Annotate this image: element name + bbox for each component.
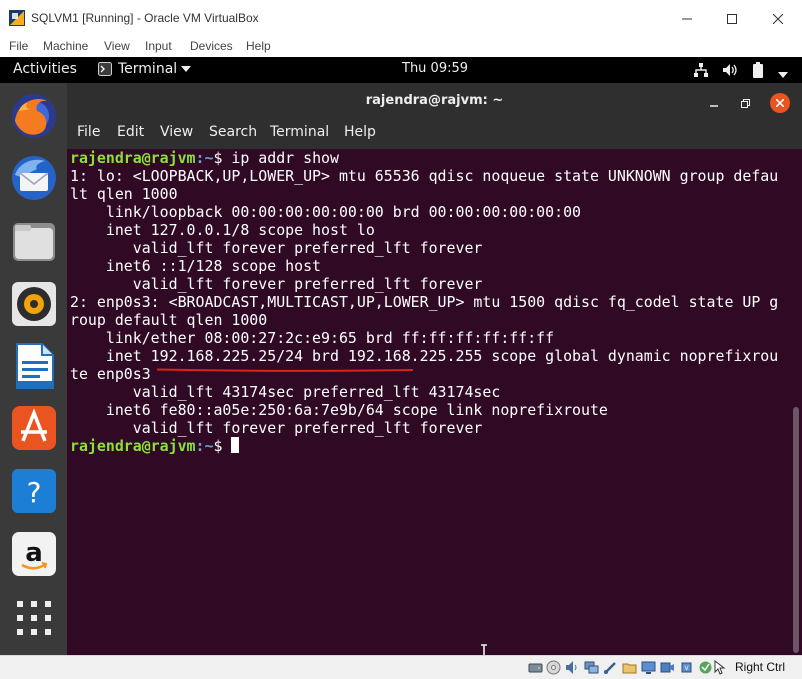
output-line: inet6 ::1/128 scope host — [70, 257, 322, 275]
window-title: SQLVM1 [Running] - Oracle VM VirtualBox — [31, 11, 259, 25]
output-line: valid_lft forever preferred_lft forever — [70, 419, 483, 437]
menu-devices[interactable]: Devices — [190, 39, 233, 53]
gnome-top-bar: Activities Terminal Thu 09:59 — [0, 57, 802, 83]
close-icon — [776, 99, 784, 107]
minimize-icon — [682, 18, 692, 20]
terminal-close-button[interactable] — [770, 93, 790, 113]
files-icon[interactable] — [9, 216, 59, 266]
menu-view[interactable]: View — [104, 39, 130, 53]
terminal-content[interactable]: rajendra@rajvm:~$ ip addr show 1: lo: <L… — [67, 149, 789, 655]
output-line: 2: enp0s3: <BROADCAST,MULTICAST,UP,LOWER… — [70, 293, 779, 311]
audio-icon[interactable] — [565, 660, 580, 675]
output-line: lt qlen 1000 — [70, 185, 178, 203]
prompt-user: rajendra@rajvm — [70, 149, 196, 167]
ubuntu-software-icon[interactable] — [9, 403, 59, 453]
output-line: te enp0s3 — [70, 365, 151, 383]
power-menu-arrow-icon[interactable] — [778, 67, 788, 83]
volume-icon[interactable] — [722, 62, 738, 78]
output-line: valid_lft 43174sec preferred_lft 43174se… — [70, 383, 501, 401]
terminal-menu-terminal[interactable]: Terminal — [270, 124, 329, 140]
terminal-headerbar: rajendra@rajvm: ~ File Edit View Search … — [67, 83, 802, 149]
ip-underline-annotation — [157, 368, 413, 372]
maximize-button[interactable] — [709, 5, 755, 33]
terminal-menu-help[interactable]: Help — [344, 124, 376, 140]
activities-button[interactable]: Activities — [13, 61, 77, 77]
terminal-scrollbar[interactable] — [789, 149, 802, 655]
close-button[interactable] — [755, 5, 801, 33]
svg-text:?: ? — [27, 476, 42, 509]
output-line: link/ether 08:00:27:2c:e9:65 brd ff:ff:f… — [70, 329, 555, 347]
terminal-restore-button[interactable] — [735, 93, 755, 113]
svg-text:a: a — [25, 538, 43, 568]
scrollbar-thumb[interactable] — [793, 407, 799, 653]
minimize-button[interactable] — [664, 5, 710, 33]
terminal-title: rajendra@rajvm: ~ — [365, 93, 504, 108]
output-line: roup default qlen 1000 — [70, 311, 268, 329]
command-text: ip addr show — [222, 149, 339, 167]
network-icon[interactable] — [584, 660, 599, 675]
host-key-label: Right Ctrl — [735, 660, 786, 674]
thunderbird-icon[interactable] — [9, 153, 59, 203]
amazon-icon[interactable]: a — [9, 529, 59, 579]
prompt-symbol: $ — [213, 437, 232, 455]
minimize-icon — [710, 105, 718, 107]
display-icon[interactable] — [641, 660, 656, 675]
cpu-icon[interactable]: V — [679, 660, 694, 675]
terminal-menu-edit[interactable]: Edit — [117, 124, 144, 140]
app-menu[interactable]: Terminal — [98, 61, 192, 77]
output-line: inet6 fe80::a05e:250:6a:7e9b/64 scope li… — [70, 401, 608, 419]
battery-icon[interactable] — [752, 62, 764, 78]
chevron-down-icon — [181, 66, 192, 72]
mouse-ibeam-cursor-icon — [481, 644, 487, 655]
maximize-icon — [727, 14, 737, 24]
firefox-icon[interactable] — [9, 91, 59, 141]
terminal-menu-file[interactable]: File — [77, 124, 100, 140]
output-line: inet 192.168.225.25/24 brd 192.168.225.2… — [70, 347, 779, 365]
text-cursor — [231, 437, 240, 453]
restore-icon — [740, 98, 750, 108]
output-line: link/loopback 00:00:00:00:00:00 brd 00:0… — [70, 203, 582, 221]
output-line: 1: lo: <LOOPBACK,UP,LOWER_UP> mtu 65536 … — [70, 167, 779, 185]
dock: ? a — [0, 83, 67, 655]
network-icon[interactable] — [693, 62, 709, 78]
app-menu-label: Terminal — [118, 61, 178, 77]
help-icon[interactable]: ? — [9, 466, 59, 516]
hard-disk-icon[interactable] — [528, 660, 543, 675]
prompt-user: rajendra@rajvm — [70, 437, 196, 455]
vbox-menubar: File Machine View Input Devices Help — [0, 37, 802, 57]
menu-file[interactable]: File — [9, 39, 28, 53]
vbox-statusbar: V Right Ctrl — [0, 655, 802, 679]
video-capture-icon[interactable] — [660, 660, 675, 675]
terminal-menu-search[interactable]: Search — [209, 124, 257, 140]
menu-help[interactable]: Help — [246, 39, 271, 53]
mouse-integration-icon[interactable] — [711, 660, 726, 675]
virtualbox-app-icon — [9, 10, 25, 26]
terminal-app-icon — [98, 62, 112, 76]
terminal-output: rajendra@rajvm:~$ ip addr show 1: lo: <L… — [70, 149, 778, 455]
prompt-path: :~ — [195, 437, 214, 455]
terminal-menu-view[interactable]: View — [160, 124, 193, 140]
output-line: valid_lft forever preferred_lft forever — [70, 239, 483, 257]
close-icon — [773, 14, 783, 24]
prompt-path: :~ — [195, 149, 214, 167]
menu-input[interactable]: Input — [145, 39, 172, 53]
output-line: valid_lft forever preferred_lft forever — [70, 275, 483, 293]
rhythmbox-icon[interactable] — [9, 279, 59, 329]
show-applications-icon[interactable] — [14, 598, 54, 638]
clock[interactable]: Thu 09:59 — [402, 61, 468, 76]
shared-folders-icon[interactable] — [622, 660, 637, 675]
usb-icon[interactable] — [603, 660, 618, 675]
vbox-titlebar: SQLVM1 [Running] - Oracle VM VirtualBox — [0, 0, 802, 37]
output-line: inet 127.0.0.1/8 scope host lo — [70, 221, 375, 239]
terminal-minimize-button[interactable] — [704, 93, 724, 113]
menu-machine[interactable]: Machine — [43, 39, 88, 53]
optical-drive-icon[interactable] — [546, 660, 561, 675]
libreoffice-writer-icon[interactable] — [9, 341, 59, 391]
guest-screen[interactable]: Activities Terminal Thu 09:59 ? a rajend… — [0, 57, 802, 655]
